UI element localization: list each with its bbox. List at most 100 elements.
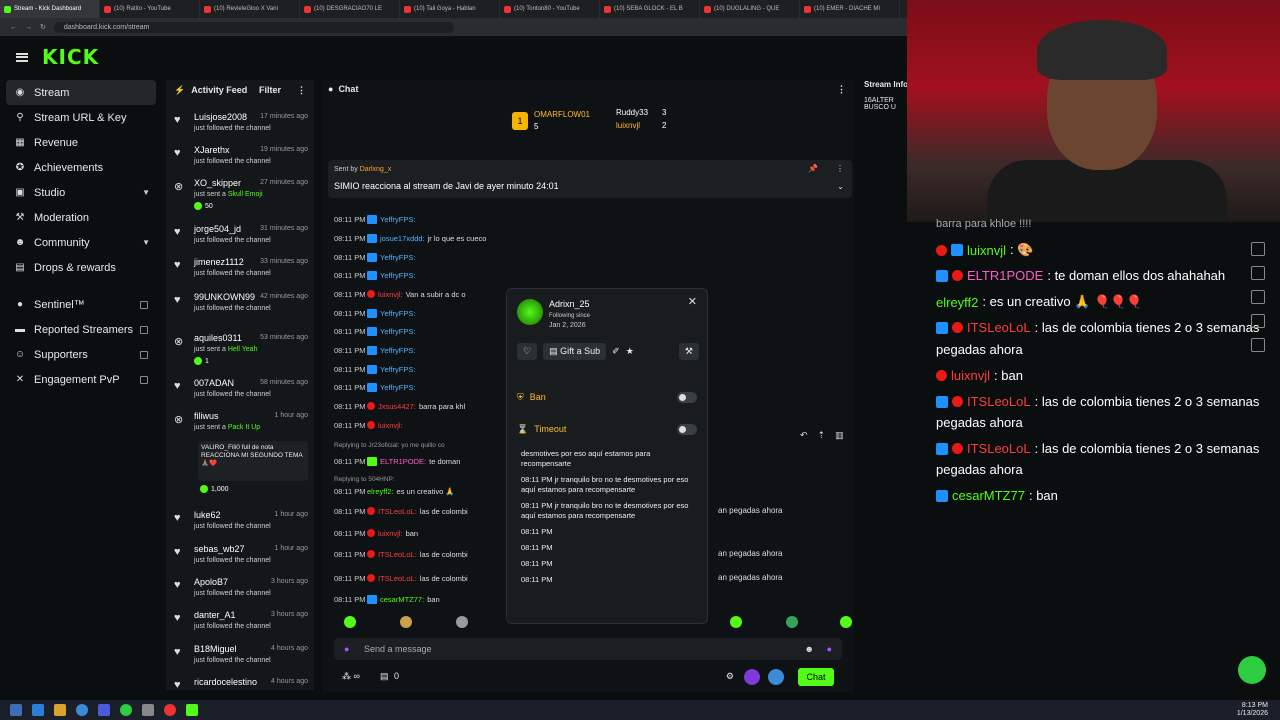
chat-message[interactable]: 08:11 PM ITSLeoLoL: las de colombi xyxy=(334,504,468,518)
chevron-down-icon[interactable]: ⌄ xyxy=(837,182,844,191)
chat-message[interactable]: 08:11 PM ELTR1PODE: te doman xyxy=(334,454,460,468)
timeout-row[interactable]: ⌛ Timeout xyxy=(517,419,697,439)
system-clock[interactable]: 8:13 PM 1/13/2026 xyxy=(1237,702,1268,718)
browser-tab[interactable]: (10) Ratito - YouTube xyxy=(100,0,200,18)
forward-icon[interactable]: → xyxy=(25,24,32,31)
app-icon[interactable] xyxy=(98,704,110,716)
settings-icon[interactable]: ⚙ xyxy=(726,671,734,682)
message-user[interactable]: YeffryFPS: xyxy=(380,253,415,262)
sidebar-item-reported[interactable]: ▬ Reported Streamers xyxy=(0,317,162,342)
timeout-toggle[interactable] xyxy=(677,423,697,435)
more-icon[interactable]: ⋮ xyxy=(837,84,846,95)
browser-icon[interactable] xyxy=(76,704,88,716)
message-user[interactable]: luixnvjl: xyxy=(378,290,403,299)
wand-icon[interactable]: ✐ xyxy=(612,346,620,357)
user-card-name[interactable]: Adrixn_25 xyxy=(549,299,590,309)
activity-user[interactable]: XJarethx xyxy=(194,145,230,155)
browser-tab[interactable]: (10) Tonton80 - YouTube xyxy=(500,0,600,18)
extension-icon[interactable] xyxy=(744,669,760,685)
chat-message[interactable]: 08:11 PM elreyff2: es un creativo 🙏 xyxy=(334,484,455,498)
message-input[interactable]: ● Send a message ☻ ● xyxy=(334,638,842,660)
sidebar-item-community[interactable]: ☻ Community ▼ xyxy=(0,230,162,255)
activity-user[interactable]: jimenez1112 xyxy=(194,257,244,267)
kick-icon[interactable] xyxy=(186,704,198,716)
chat-message[interactable]: 08:11 PM YeffryFPS: xyxy=(334,268,418,282)
mod-icon[interactable]: ⚒ xyxy=(678,342,699,360)
chat-message[interactable]: 08:11 PM YeffryFPS: xyxy=(334,306,418,320)
activity-user[interactable]: B18Miguel xyxy=(194,644,237,654)
message-user[interactable]: ITSLeoLoL: xyxy=(378,574,417,583)
chat-message[interactable]: 08:11 PM YeffryFPS: xyxy=(334,250,418,264)
chat-message[interactable]: 08:11 PM luixnvjl: xyxy=(334,418,406,432)
browser-tab[interactable]: (10) DESGRACIAO70 LE xyxy=(300,0,400,18)
sidebar-item-supporters[interactable]: ☺ Supporters xyxy=(0,342,162,367)
activity-user[interactable]: XO_skipper xyxy=(194,178,241,188)
support-chat-button[interactable] xyxy=(1238,656,1266,684)
tool-icon[interactable] xyxy=(1251,242,1265,256)
browser-tab[interactable]: (10) SEBA GLOCK - EL B xyxy=(600,0,700,18)
tool-icon[interactable] xyxy=(1251,338,1265,352)
browser-tab[interactable]: (10) EMER - DIACHE MI xyxy=(800,0,900,18)
chat-message[interactable]: 08:11 PM ITSLeoLoL: las de colombi xyxy=(334,547,468,561)
activity-user[interactable]: ApoloB7 xyxy=(194,577,228,587)
chat-message[interactable]: 08:11 PM cesarMTZ77: ban xyxy=(334,592,440,606)
ban-toggle[interactable] xyxy=(677,391,697,403)
leaderboard-user[interactable]: Ruddy33 xyxy=(616,108,648,117)
back-icon[interactable]: ← xyxy=(10,24,17,31)
tool-icon[interactable] xyxy=(1251,314,1265,328)
chat-message[interactable]: 08:11 PM josue17xddd: jr lo que es cueco xyxy=(334,231,486,245)
emote-icon[interactable] xyxy=(730,616,742,628)
tool-icon[interactable] xyxy=(1251,266,1265,280)
gift-sub-button[interactable]: ▤ Gift a Sub xyxy=(543,342,607,360)
url-input[interactable]: dashboard.kick.com/stream xyxy=(53,21,454,33)
sidebar-item-stream[interactable]: ◉ Stream xyxy=(6,80,156,105)
more-icon[interactable]: ⋮ xyxy=(297,85,306,96)
chat-message[interactable]: 08:11 PM YeffryFPS: xyxy=(334,343,418,357)
message-user[interactable]: ITSLeoLoL: xyxy=(378,507,417,516)
reply-icon[interactable]: ↶ xyxy=(800,430,808,441)
message-user[interactable]: YeffryFPS: xyxy=(380,309,415,318)
message-user[interactable]: YeffryFPS: xyxy=(380,271,415,280)
sidebar-item-studio[interactable]: ▣ Studio ▼ xyxy=(0,180,162,205)
kick-icon[interactable]: ● xyxy=(827,644,832,654)
emote-icon[interactable] xyxy=(786,616,798,628)
viewers-icon[interactable]: ⁂ ∞ xyxy=(342,671,360,682)
emote-icon[interactable] xyxy=(344,616,356,628)
sidebar-item-stream-url[interactable]: ⚲ Stream URL & Key xyxy=(0,105,162,130)
pin-icon[interactable]: 📌 xyxy=(808,164,818,173)
sidebar-item-drops[interactable]: ▤ Drops & rewards xyxy=(0,255,162,280)
message-user[interactable]: josue17xddd: xyxy=(380,234,425,243)
activity-user[interactable]: sebas_wb27 xyxy=(194,544,245,554)
browser-tab[interactable]: Stream - Kick Dashboard xyxy=(0,0,100,18)
activity-user[interactable]: Luisjose2008 xyxy=(194,112,247,122)
message-user[interactable]: elreyff2: xyxy=(367,487,394,496)
pinned-user[interactable]: Darlxng_x xyxy=(360,166,392,173)
ban-row[interactable]: ⛨ Ban xyxy=(517,387,697,407)
chat-message[interactable]: 08:11 PM ITSLeoLoL: las de colombi xyxy=(334,571,468,585)
emoji-icon[interactable]: ☻ xyxy=(805,644,814,654)
message-user[interactable]: luixnvjl: xyxy=(378,421,403,430)
emote-icon[interactable] xyxy=(400,616,412,628)
send-chat-button[interactable]: Chat xyxy=(798,668,834,686)
app-icon[interactable] xyxy=(164,704,176,716)
message-user[interactable]: YeffryFPS: xyxy=(380,215,415,224)
pinned-message[interactable]: Sent by Darlxng_x SIMIO reacciona al str… xyxy=(328,160,852,198)
message-user[interactable]: YeffryFPS: xyxy=(380,365,415,374)
chat-message[interactable]: 08:11 PM Jxsus4427: barra para khl xyxy=(334,399,465,413)
leaderboard-user[interactable]: luixnvjl xyxy=(616,121,640,130)
chat-message[interactable]: 08:11 PM YeffryFPS: xyxy=(334,362,418,376)
tool-icon[interactable] xyxy=(1251,290,1265,304)
star-icon[interactable]: ★ xyxy=(626,346,634,357)
app-icon[interactable] xyxy=(32,704,44,716)
sidebar-item-moderation[interactable]: ⚒ Moderation xyxy=(0,205,162,230)
chat-message[interactable]: 08:11 PM YeffryFPS: xyxy=(334,380,418,394)
close-icon[interactable]: ✕ xyxy=(688,295,697,308)
chat-message[interactable]: 08:11 PM YeffryFPS: xyxy=(334,212,418,226)
message-user[interactable]: cesarMTZ77: xyxy=(380,595,424,604)
message-user[interactable]: luixnvjl: xyxy=(378,529,403,538)
activity-user[interactable]: aquiles0311 xyxy=(194,333,242,343)
browser-tab[interactable]: (10) RevieleGloo X Vani xyxy=(200,0,300,18)
start-icon[interactable] xyxy=(10,704,22,716)
more-icon[interactable]: ⋮ xyxy=(836,164,844,173)
delete-icon[interactable]: ▥ xyxy=(835,430,844,441)
